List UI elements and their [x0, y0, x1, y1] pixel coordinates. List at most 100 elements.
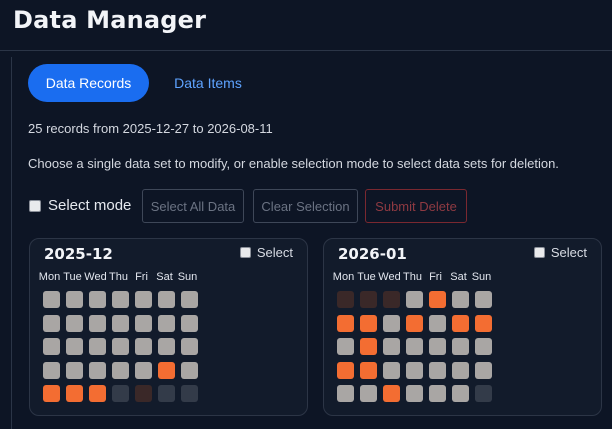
tab-data-records[interactable]: Data Records: [28, 64, 149, 102]
day-cell[interactable]: [475, 361, 492, 379]
records-summary: 25 records from 2025-12-27 to 2026-08-11: [28, 121, 273, 136]
day-cell[interactable]: [475, 338, 492, 355]
day-cell-with-record[interactable]: [383, 385, 400, 402]
day-cell[interactable]: [429, 385, 446, 402]
day-cell[interactable]: [181, 291, 198, 308]
day-cell[interactable]: [181, 338, 198, 355]
day-cell-with-record[interactable]: [406, 314, 423, 332]
day-cell[interactable]: [360, 291, 377, 308]
weekday-label: Sat: [156, 271, 173, 283]
day-cell-with-record[interactable]: [360, 314, 377, 332]
weekday-label: Tue: [63, 271, 82, 283]
day-cell[interactable]: [383, 338, 400, 355]
month-title: 2026-01: [338, 245, 407, 263]
day-cell[interactable]: [337, 338, 354, 355]
select-all-button[interactable]: Select All Data: [142, 189, 244, 223]
day-cell[interactable]: [383, 361, 400, 379]
day-cell[interactable]: [89, 314, 106, 332]
day-cell[interactable]: [112, 314, 129, 332]
month-select-checkbox[interactable]: [239, 247, 251, 258]
day-cell[interactable]: [181, 385, 198, 402]
day-cell-with-record[interactable]: [360, 338, 377, 355]
day-cell[interactable]: [89, 361, 106, 379]
day-cell-with-record[interactable]: [89, 385, 106, 402]
day-cell[interactable]: [43, 338, 60, 355]
weekday-label: Wed: [84, 271, 107, 283]
day-cell[interactable]: [337, 385, 354, 402]
day-cell[interactable]: [66, 314, 83, 332]
panel-border: [11, 57, 12, 429]
day-cell-with-record[interactable]: [429, 291, 446, 308]
day-cell-with-record[interactable]: [66, 385, 83, 402]
day-cell[interactable]: [429, 338, 446, 355]
month-card: 2026-01 Select Mon Tue Wed Thu Fri Sat Sun: [323, 238, 602, 416]
weekday-label: Thu: [109, 271, 128, 283]
day-cell-with-record[interactable]: [475, 314, 492, 332]
day-cell[interactable]: [383, 314, 400, 332]
day-cell[interactable]: [112, 291, 129, 308]
submit-delete-button[interactable]: Submit Delete: [365, 189, 467, 223]
weekday-label: Sun: [471, 271, 492, 283]
day-cell-with-record[interactable]: [43, 385, 60, 402]
day-cell[interactable]: [135, 338, 152, 355]
day-cell[interactable]: [158, 314, 175, 332]
day-cell[interactable]: [112, 385, 129, 402]
clear-selection-button[interactable]: Clear Selection: [253, 189, 358, 223]
day-cell[interactable]: [112, 338, 129, 355]
day-cell[interactable]: [429, 361, 446, 379]
day-cell[interactable]: [89, 291, 106, 308]
day-cell[interactable]: [181, 314, 198, 332]
day-cell-with-record[interactable]: [360, 361, 377, 379]
day-cell[interactable]: [158, 385, 175, 402]
select-mode-toggle[interactable]: Select mode: [29, 197, 131, 214]
day-cell[interactable]: [135, 385, 152, 402]
day-cell[interactable]: [475, 385, 492, 402]
day-cell[interactable]: [181, 361, 198, 379]
day-cell-with-record[interactable]: [337, 314, 354, 332]
day-cell[interactable]: [429, 314, 446, 332]
month-select-toggle[interactable]: Select: [239, 245, 293, 260]
weekday-label: Mon: [38, 271, 61, 283]
month-select-label: Select: [550, 245, 587, 260]
day-cell[interactable]: [452, 385, 469, 402]
day-cell[interactable]: [158, 338, 175, 355]
day-cell[interactable]: [475, 291, 492, 308]
weekday-label: Wed: [378, 271, 401, 283]
day-cell[interactable]: [112, 361, 129, 379]
day-cell[interactable]: [66, 291, 83, 308]
day-cell[interactable]: [406, 338, 423, 355]
day-cell[interactable]: [43, 291, 60, 308]
day-cell[interactable]: [337, 291, 354, 308]
day-cell-with-record[interactable]: [337, 361, 354, 379]
day-cell[interactable]: [452, 291, 469, 308]
day-cell[interactable]: [406, 385, 423, 402]
day-cell[interactable]: [360, 385, 377, 402]
day-cell-with-record[interactable]: [452, 314, 469, 332]
month-select-toggle[interactable]: Select: [533, 245, 587, 260]
day-cell[interactable]: [66, 361, 83, 379]
weekday-label: Sat: [450, 271, 467, 283]
month-select-label: Select: [256, 245, 293, 260]
day-cell[interactable]: [135, 314, 152, 332]
month-card: 2025-12 Select Mon Tue Wed Thu Fri Sat Sun: [29, 238, 308, 416]
month-select-checkbox[interactable]: [533, 247, 545, 258]
day-cell[interactable]: [452, 338, 469, 355]
day-cell-with-record[interactable]: [158, 361, 175, 379]
day-cell[interactable]: [43, 314, 60, 332]
tab-data-items[interactable]: Data Items: [160, 64, 256, 102]
day-cell[interactable]: [66, 338, 83, 355]
weekday-label: Thu: [403, 271, 422, 283]
day-cell[interactable]: [406, 361, 423, 379]
day-cell[interactable]: [452, 361, 469, 379]
weekday-label: Fri: [429, 271, 442, 283]
weekday-label: Sun: [177, 271, 198, 283]
day-cell[interactable]: [135, 291, 152, 308]
day-cell[interactable]: [43, 361, 60, 379]
day-cell[interactable]: [89, 338, 106, 355]
day-cell[interactable]: [135, 361, 152, 379]
day-cell[interactable]: [383, 291, 400, 308]
day-cell[interactable]: [158, 291, 175, 308]
weekday-label: Tue: [357, 271, 376, 283]
select-mode-checkbox[interactable]: [29, 199, 41, 212]
day-cell[interactable]: [406, 291, 423, 308]
